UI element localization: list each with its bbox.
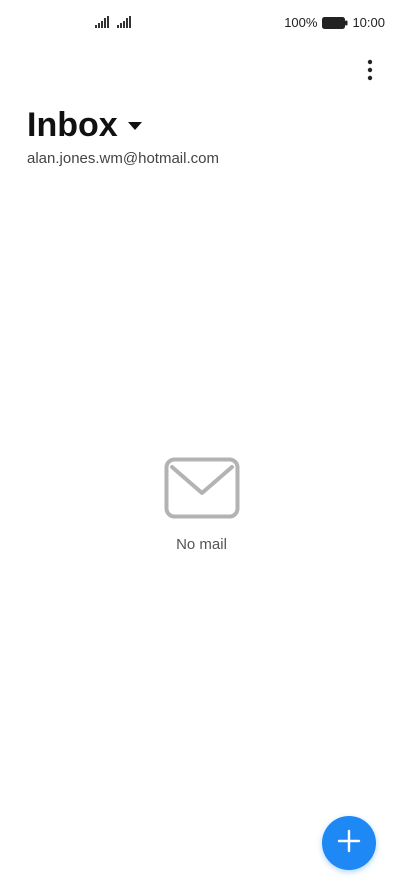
signal-group [95,16,131,28]
more-options-button[interactable] [358,58,382,86]
folder-selector[interactable]: Inbox [27,103,219,147]
status-bar: 100% 10:00 [0,0,403,50]
plus-icon [337,829,361,858]
signal-icon [117,16,131,28]
signal-icon [95,16,109,28]
empty-state: No mail [0,457,403,553]
battery-icon [322,16,348,29]
more-vertical-icon [367,59,373,86]
battery-percent: 100% [284,15,318,30]
page-title: Inbox [27,106,118,144]
empty-message: No mail [176,536,227,553]
status-time: 10:00 [352,15,385,30]
account-email: alan.jones.wm@hotmail.com [27,150,219,167]
caret-down-icon [127,121,142,131]
status-right: 100% 10:00 [284,15,385,30]
envelope-icon [164,457,240,524]
mailbox-header: Inbox alan.jones.wm@hotmail.com [27,103,219,167]
compose-button[interactable] [322,816,376,870]
